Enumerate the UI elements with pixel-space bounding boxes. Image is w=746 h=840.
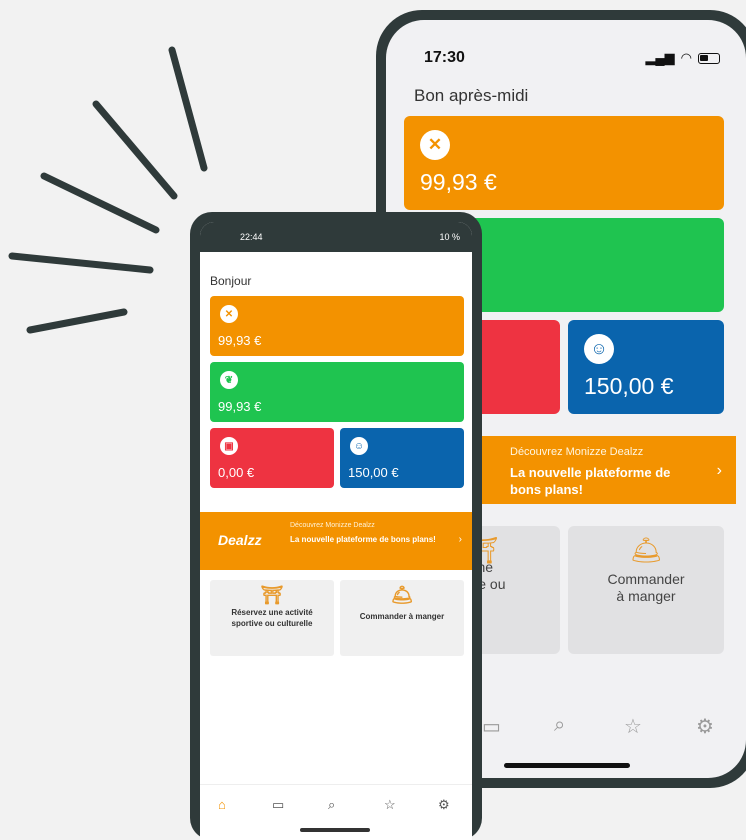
food-icon: 🛎 bbox=[390, 585, 414, 605]
greeting-title: Bonjour bbox=[210, 274, 252, 288]
balance-amount: 150,00 € bbox=[584, 373, 674, 399]
star-icon[interactable]: ☆ bbox=[624, 714, 642, 739]
balance-card-gift[interactable]: ▣ 0,00 € bbox=[210, 428, 334, 488]
fork-knife-icon: ✕ bbox=[220, 305, 238, 323]
gesture-bar bbox=[300, 828, 370, 832]
android-device: 22:44 10 % Bonjour ✕ 99,93 € ❦ 99,93 € ▣… bbox=[190, 212, 482, 840]
battery-icon bbox=[698, 52, 720, 64]
dealzz-banner[interactable]: Dealzz Découvrez Monizze Dealzz La nouve… bbox=[200, 512, 472, 570]
greeting-title: Bon après-midi bbox=[414, 86, 529, 105]
tile-order-food[interactable]: 🛎 Commander à manger bbox=[340, 580, 464, 656]
food-icon: 🛎 bbox=[629, 535, 663, 565]
home-icon[interactable]: ⌂ bbox=[218, 797, 226, 812]
balance-card-sport[interactable]: ☺ 150,00 € bbox=[340, 428, 464, 488]
tile-label: Commander à manger bbox=[359, 612, 445, 621]
tile-label: Réservez une activité sportive ou cultur… bbox=[231, 608, 313, 628]
balance-amount: 99,93 € bbox=[420, 169, 497, 195]
card-icon[interactable]: ▭ bbox=[272, 797, 284, 813]
status-battery: 10 % bbox=[439, 232, 460, 242]
banner-kicker: Découvrez Monizze Dealzz bbox=[510, 446, 644, 458]
balance-card-meal[interactable]: ✕ 99,93 € bbox=[210, 296, 464, 356]
fork-knife-icon: ✕ bbox=[420, 130, 450, 160]
banner-headline: La nouvelle plateforme de bons plans! bbox=[510, 465, 671, 497]
banner-kicker: Découvrez Monizze Dealzz bbox=[290, 522, 375, 529]
home-indicator bbox=[504, 763, 630, 768]
status-time: 22:44 bbox=[240, 232, 263, 242]
status-icons: ▂▄▆ ◠ bbox=[645, 50, 720, 66]
tile-order-food[interactable]: 🛎 Commander à manger bbox=[568, 526, 724, 654]
chevron-right-icon: › bbox=[716, 462, 722, 479]
card-icon[interactable]: ▭ bbox=[482, 714, 501, 739]
tile-label: Commander à manger bbox=[607, 571, 685, 604]
gift-icon: ▣ bbox=[220, 437, 238, 455]
balance-amount: 0,00 € bbox=[218, 465, 255, 480]
tile-book-activity[interactable]: ⛩ Réservez une activité sportive ou cult… bbox=[210, 580, 334, 656]
balance-card-sport[interactable]: ☺ 150,00 € bbox=[568, 320, 724, 414]
status-time: 17:30 bbox=[424, 49, 465, 66]
wifi-icon: ◠ bbox=[680, 50, 692, 65]
status-bar: 17:30 ▂▄▆ ◠ bbox=[424, 48, 720, 68]
settings-icon[interactable]: ⚙ bbox=[438, 797, 450, 813]
chevron-right-icon: › bbox=[458, 534, 462, 545]
balance-amount: 150,00 € bbox=[348, 465, 399, 480]
banner-headline: La nouvelle plateforme de bons plans! bbox=[290, 535, 436, 544]
settings-icon[interactable]: ⚙ bbox=[696, 714, 714, 739]
status-bar: 22:44 10 % bbox=[200, 222, 472, 252]
android-screen: 22:44 10 % Bonjour ✕ 99,93 € ❦ 99,93 € ▣… bbox=[200, 222, 472, 840]
signal-icon: ▂▄▆ bbox=[645, 50, 675, 65]
balance-card-meal[interactable]: ✕ 99,93 € bbox=[404, 116, 724, 210]
balance-card-eco[interactable]: ❦ 99,93 € bbox=[210, 362, 464, 422]
person-icon: ☺ bbox=[350, 437, 368, 455]
activity-icon: ⛩ bbox=[260, 585, 284, 605]
leaf-icon: ❦ bbox=[220, 371, 238, 389]
dealzz-logo: Dealzz bbox=[218, 532, 262, 548]
balance-amount: 99,93 € bbox=[218, 333, 262, 348]
star-icon[interactable]: ☆ bbox=[384, 797, 396, 813]
search-icon[interactable]: ⌕ bbox=[328, 797, 335, 813]
search-icon[interactable]: ⌕ bbox=[554, 714, 565, 737]
person-icon: ☺ bbox=[584, 334, 614, 364]
balance-amount: 99,93 € bbox=[218, 399, 262, 414]
